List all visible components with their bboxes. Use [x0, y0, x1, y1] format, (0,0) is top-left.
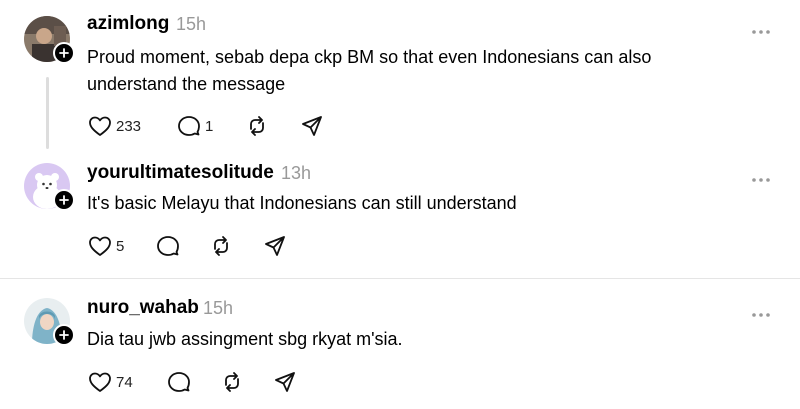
post-text-line: Dia tau jwb assingment sbg rkyat m'sia.: [87, 329, 403, 349]
post-text-line: Proud moment, sebab depa ckp BM so that …: [87, 47, 652, 67]
share-button[interactable]: [273, 371, 297, 393]
share-icon: [265, 236, 285, 256]
username[interactable]: yourultimatesolitude: [87, 162, 274, 184]
comment-icon: [168, 372, 190, 392]
repost-icon: [225, 372, 239, 392]
post-text: Dia tau jwb assingment sbg rkyat m'sia.: [87, 326, 727, 353]
post-yourultimatesolitude: yourultimatesolitude 13h It's basic Mela…: [0, 150, 800, 278]
like-button[interactable]: 5: [88, 235, 124, 257]
username[interactable]: azimlong: [87, 13, 169, 35]
post-text-line: It's basic Melayu that Indonesians can s…: [87, 193, 517, 213]
post-azimlong: azimlong 15h Proud moment, sebab depa ck…: [0, 0, 800, 160]
timestamp: 13h: [281, 163, 312, 183]
follow-plus-icon[interactable]: [53, 324, 75, 346]
like-button[interactable]: 74: [88, 371, 133, 393]
timestamp: 15h: [203, 298, 234, 318]
share-icon: [275, 372, 295, 392]
like-count: 5: [116, 237, 125, 255]
repost-button[interactable]: [245, 115, 269, 137]
more-icon[interactable]: [750, 22, 772, 34]
reply-count: 1: [205, 117, 214, 135]
username[interactable]: nuro_wahab: [87, 297, 199, 319]
more-icon[interactable]: [750, 170, 772, 182]
post-nuro-wahab: nuro_wahab 15h Dia tau jwb assingment sb…: [0, 279, 800, 409]
share-icon: [302, 116, 322, 136]
timestamp: 15h: [176, 14, 207, 34]
heart-icon: [89, 236, 111, 256]
heart-icon: [89, 116, 111, 136]
repost-button[interactable]: [220, 371, 244, 393]
post-text: Proud moment, sebab depa ckp BM so that …: [87, 44, 727, 98]
post-text: It's basic Melayu that Indonesians can s…: [87, 190, 727, 217]
repost-icon: [214, 236, 228, 256]
more-icon[interactable]: [750, 305, 772, 317]
share-button[interactable]: [300, 115, 324, 137]
thread-line: [46, 77, 49, 149]
comment-icon: [157, 236, 179, 256]
reply-button[interactable]: [156, 235, 180, 257]
repost-icon: [250, 116, 264, 136]
comment-icon: [178, 116, 200, 136]
like-count: 233: [116, 117, 142, 135]
heart-icon: [89, 372, 111, 392]
reply-button[interactable]: 1: [177, 115, 213, 137]
follow-plus-icon[interactable]: [53, 42, 75, 64]
like-button[interactable]: 233: [88, 115, 141, 137]
follow-plus-icon[interactable]: [53, 189, 75, 211]
reply-button[interactable]: [167, 371, 191, 393]
like-count: 74: [116, 373, 133, 391]
post-text-line: understand the message: [87, 74, 286, 94]
share-button[interactable]: [263, 235, 287, 257]
repost-button[interactable]: [209, 235, 233, 257]
